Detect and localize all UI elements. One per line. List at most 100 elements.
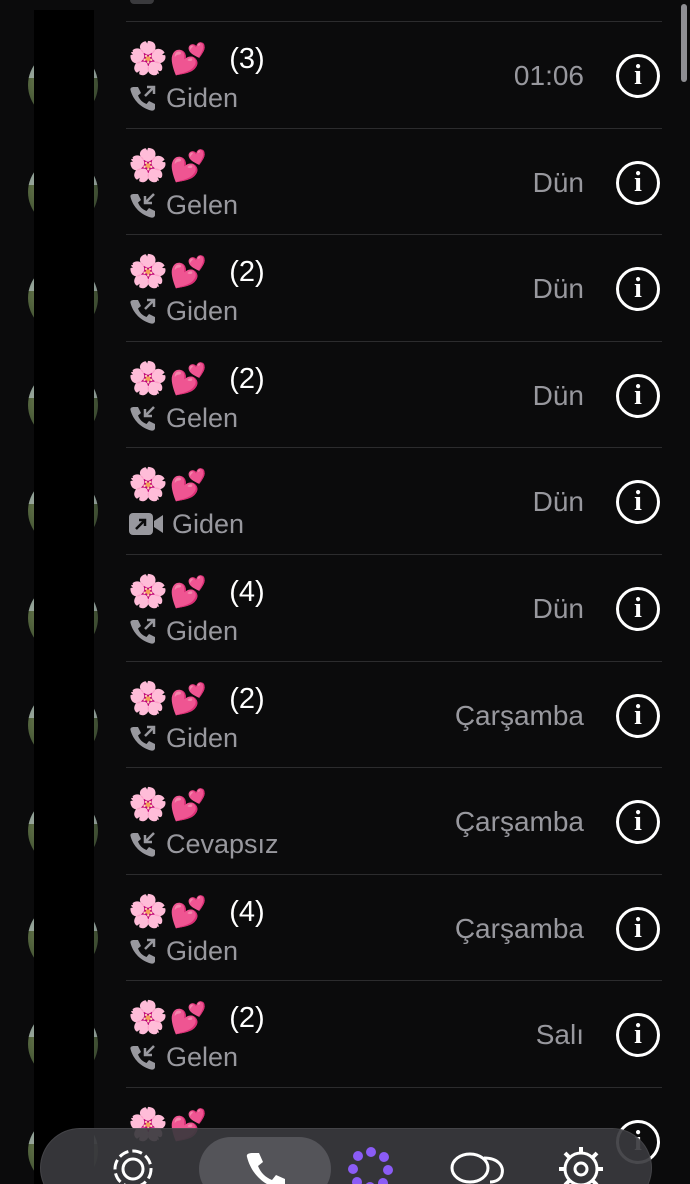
call-row[interactable]: 🌸💕 (2) Gelen Dün i [0,342,690,449]
info-button[interactable]: i [616,373,660,418]
call-type-label: Giden [166,722,239,753]
hearts-emoji: 💕 [169,148,208,184]
info-button[interactable]: i [616,54,660,98]
call-time: Çarşamba [454,699,584,731]
info-button[interactable]: i [616,480,660,525]
tab-updates[interactable] [101,1145,165,1184]
contact-name: 🌸💕 (2) [128,678,265,720]
flower-emoji: 🌸 [128,998,168,1037]
contact-name-emoji: 🌸💕 [128,145,207,187]
info-icon: i [634,60,642,91]
hearts-emoji: 💕 [169,894,208,930]
flower-emoji: 🌸 [128,678,168,717]
call-count: (2) [229,256,265,289]
contact-name: 🌸💕 (2) [128,358,265,400]
contact-name-emoji: 🌸💕 [128,358,207,400]
info-button[interactable]: i [616,586,660,631]
call-type-label: Giden [166,935,239,966]
hearts-emoji: 💕 [169,255,208,291]
chats-icon [450,1152,504,1184]
call-row[interactable]: 🌸💕 (2) Gelen Salı i [0,981,690,1088]
call-time: 01:06 [513,60,584,91]
scrollbar[interactable] [681,4,687,82]
call-time: Çarşamba [454,912,584,944]
call-type: Giden [128,613,238,649]
call-count: (2) [229,682,265,715]
info-icon: i [634,486,642,518]
call-row[interactable]: 🌸💕 (2) Giden Dün i [0,235,690,342]
outgoing-video-icon [129,513,163,536]
call-type-label: Giden [166,615,239,646]
info-icon: i [634,806,642,838]
hearts-emoji: 💕 [169,468,208,504]
call-type-label: Giden [166,83,239,113]
call-row[interactable]: 🌸💕 (3) Giden 01:06 i [0,22,690,129]
info-button[interactable]: i [616,906,660,951]
call-row[interactable]: 🌸💕 Giden Dün i [0,448,690,555]
tab-chats[interactable] [441,1145,511,1184]
incoming-call-icon [130,192,155,218]
contact-name: 🌸💕 (4) [128,891,265,933]
hearts-emoji: 💕 [169,574,208,610]
flower-emoji: 🌸 [128,891,168,930]
call-count: (4) [229,895,265,928]
call-time: Dün [532,166,584,198]
call-type-label: Gelen [166,189,239,220]
contact-name-emoji: 🌸💕 [128,891,207,933]
incoming-call-icon [130,1045,155,1070]
info-button[interactable]: i [616,693,660,738]
call-type-label: Gelen [166,1042,239,1073]
contact-name-emoji: 🌸💕 [128,571,207,613]
tab-bar [40,1128,652,1184]
call-row[interactable]: 🌸💕 (2) Giden Çarşamba i [0,662,690,769]
previous-row-remnant [126,0,662,22]
hearts-emoji: 💕 [169,42,208,77]
call-type: Gelen [128,400,238,436]
contact-name: 🌸💕 [128,145,229,187]
call-count: (3) [229,43,265,75]
call-row[interactable]: 🌸💕 Cevapsız Çarşamba i [0,768,690,875]
contact-name-emoji: 🌸💕 [128,38,207,80]
call-type: Giden [128,293,238,329]
calls-screen: 🌸💕 (3) Giden 01:06 i 🌸💕 Gelen Dün i 🌸💕 (2) Giden Dün… [0,0,690,1184]
call-type-label: Giden [166,296,239,327]
info-icon: i [634,912,642,944]
hearts-emoji: 💕 [169,681,208,717]
contact-name: 🌸💕 (3) [128,38,265,80]
info-button[interactable]: i [616,160,660,205]
call-row[interactable]: 🌸💕 (4) Giden Dün i [0,555,690,662]
info-button[interactable]: i [616,1013,660,1058]
call-time: Çarşamba [454,806,584,838]
tab-settings[interactable] [549,1145,613,1184]
updates-icon [113,1149,153,1184]
info-button[interactable]: i [616,267,660,312]
info-icon: i [634,592,642,624]
incoming-call-icon [130,405,155,431]
flower-emoji: 🌸 [128,465,168,504]
flower-emoji: 🌸 [128,571,168,610]
previous-row-stub [130,0,154,4]
call-type-label: Gelen [166,402,239,433]
outgoing-call-icon [130,618,156,644]
call-row[interactable]: 🌸💕 (4) Giden Çarşamba i [0,875,690,982]
hearts-emoji: 💕 [169,1001,208,1037]
tab-calls[interactable] [199,1137,331,1184]
call-type: Giden [128,80,238,116]
tab-communities[interactable] [341,1145,401,1184]
contact-name: 🌸💕 [128,464,229,506]
flower-emoji: 🌸 [128,252,168,291]
outgoing-call-icon [130,298,156,324]
communities-icon [348,1147,393,1184]
call-count: (2) [229,362,265,395]
flower-emoji: 🌸 [128,145,168,184]
info-button[interactable]: i [616,800,660,845]
flower-emoji: 🌸 [128,785,168,824]
outgoing-call-icon [130,938,156,964]
call-type-label: Giden [172,509,245,540]
info-icon: i [634,166,642,198]
info-icon: i [634,699,642,731]
contact-name: 🌸💕 (4) [128,571,265,613]
settings-icon [559,1147,603,1184]
call-row[interactable]: 🌸💕 Gelen Dün i [0,129,690,236]
call-history-list[interactable]: 🌸💕 (3) Giden 01:06 i 🌸💕 Gelen Dün i 🌸💕 (2) Giden Dün… [0,22,690,1184]
